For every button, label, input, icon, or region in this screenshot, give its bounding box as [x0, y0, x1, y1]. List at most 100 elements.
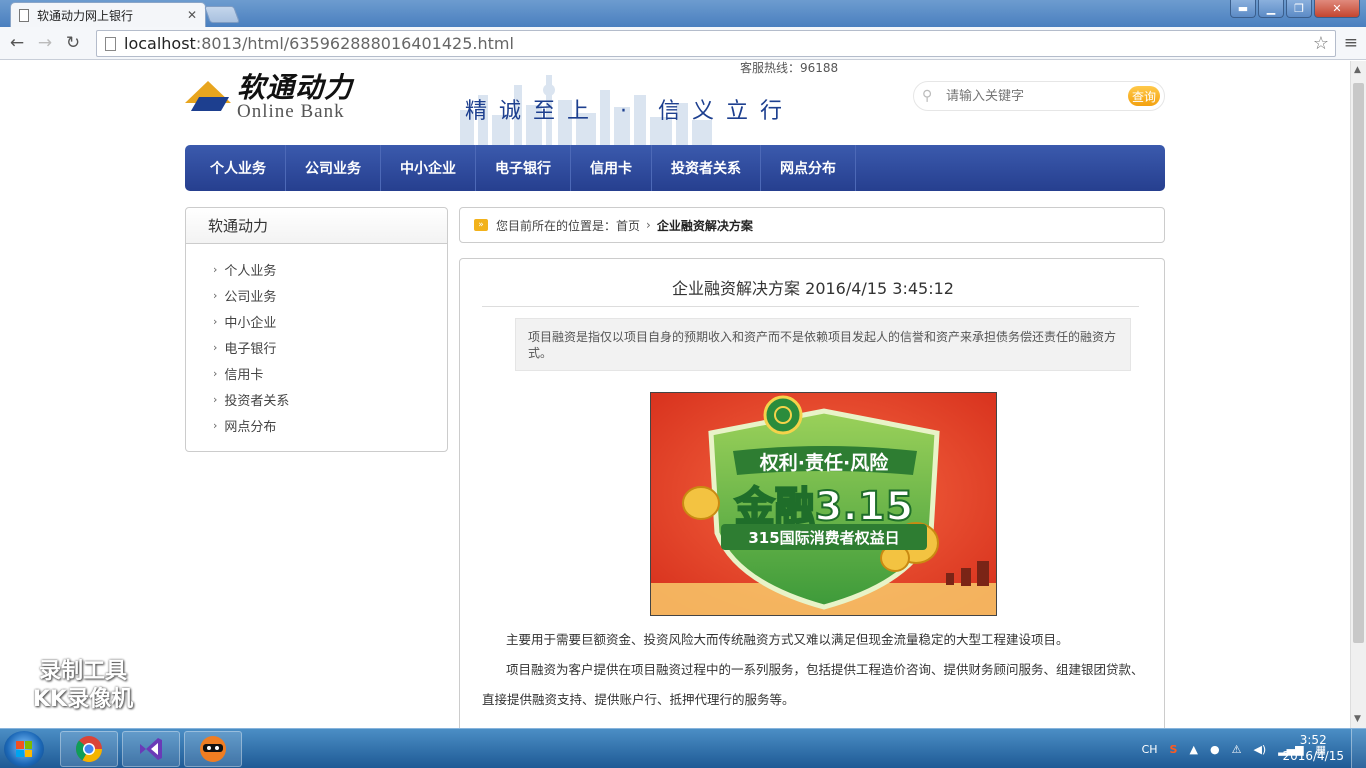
url-host: localhost: [124, 34, 196, 53]
browser-tab[interactable]: 软通动力网上银行 ✕: [10, 2, 206, 27]
language-indicator[interactable]: CH: [1142, 743, 1158, 756]
recorder-watermark: 录制工具 KK录像机: [33, 658, 133, 714]
site-header: 软通动力 Online Bank 客服热线：96188 精诚至上 · 信义立行 …: [185, 61, 1165, 145]
chevron-right-icon: ›: [213, 262, 218, 276]
clock-time: 3:52: [1299, 733, 1327, 747]
chevron-right-icon: ›: [213, 288, 218, 302]
recorder-taskbar-icon[interactable]: [184, 731, 242, 767]
breadcrumb: » 您目前所在的位置是： 首页 › 企业融资解决方案: [459, 207, 1165, 243]
visual-studio-taskbar-icon[interactable]: [122, 731, 180, 767]
clock[interactable]: 3:52 2016/4/15: [1282, 732, 1344, 764]
search-button[interactable]: 查询: [1128, 86, 1160, 106]
article: 企业融资解决方案 2016/4/15 3:45:12 项目融资是指仅以项目自身的…: [459, 258, 1165, 728]
show-desktop-button[interactable]: [1351, 729, 1366, 768]
sidebar-item-credit-card[interactable]: › 信用卡: [213, 360, 447, 386]
chrome-taskbar-icon[interactable]: [60, 731, 118, 767]
windows-logo-icon: [16, 741, 32, 757]
sidebar-item-ebank[interactable]: › 电子银行: [213, 334, 447, 360]
start-button[interactable]: [4, 731, 44, 767]
double-chevron-icon: »: [474, 219, 488, 231]
sidebar-item-label: 电子银行: [224, 341, 277, 357]
watermark-line: 录制工具: [39, 659, 128, 684]
nav-item-credit-card[interactable]: 信用卡: [571, 145, 652, 191]
breadcrumb-current: 企业融资解决方案: [656, 218, 753, 233]
page-viewport: 软通动力 Online Bank 客服热线：96188 精诚至上 · 信义立行 …: [0, 61, 1350, 728]
search-box: ⚲ 查询: [913, 81, 1165, 111]
article-image: 权利·责任·风险 金融3.15 315国际消费者权益日: [650, 392, 997, 616]
article-summary: 项目融资是指仅以项目自身的预期收入和资产而不是依赖项目发起人的信誉和资产来承担债…: [515, 318, 1131, 371]
sidebar-item-label: 网点分布: [224, 419, 277, 435]
nav-item-sme[interactable]: 中小企业: [381, 145, 476, 191]
title-divider: [482, 306, 1139, 307]
logo-title: 软通动力: [237, 71, 354, 104]
logo-subtitle: Online Bank: [237, 101, 345, 122]
nav-item-branches[interactable]: 网点分布: [761, 145, 856, 191]
tab-title: 软通动力网上银行: [37, 8, 134, 23]
tray-expand-icon[interactable]: ▲: [1189, 743, 1197, 756]
sidebar-item-sme[interactable]: › 中小企业: [213, 308, 447, 334]
nav-item-ebank[interactable]: 电子银行: [476, 145, 571, 191]
article-paragraph: 项目融资为客户提供在项目融资过程中的一系列服务，包括提供工程造价咨询、提供财务顾…: [482, 662, 1144, 707]
poster-tagline: 权利·责任·风险: [759, 451, 889, 474]
nav-item-investor[interactable]: 投资者关系: [652, 145, 761, 191]
address-bar[interactable]: localhost:8013/html/635962888016401425.h…: [96, 30, 1336, 57]
scroll-up-icon[interactable]: ▲: [1354, 65, 1361, 75]
sidebar-item-label: 个人业务: [224, 263, 277, 279]
sidebar-item-investor[interactable]: › 投资者关系: [213, 386, 447, 412]
logo-mark-icon: [185, 73, 231, 119]
forward-icon[interactable]: →: [34, 33, 56, 53]
sidebar-item-personal[interactable]: › 个人业务: [213, 256, 447, 282]
url-path: :8013/html/635962888016401425.html: [195, 34, 514, 53]
chevron-right-icon: ›: [213, 314, 218, 328]
page-icon: [19, 8, 29, 22]
chevron-right-icon: ›: [213, 418, 218, 432]
sidebar-item-corporate[interactable]: › 公司业务: [213, 282, 447, 308]
vertical-scrollbar[interactable]: ▲ ▼: [1350, 61, 1366, 728]
taskbar: CH S ▲ ● ⚠ ◀) ▂▄▆ ▦ 3:52 2016/4/15: [0, 728, 1366, 768]
reload-icon[interactable]: ↻: [62, 33, 84, 53]
nav-item-personal[interactable]: 个人业务: [191, 145, 286, 191]
browser-toolbar: ← → ↻ localhost:8013/html/63596288801640…: [0, 27, 1366, 60]
hotline-text: 客服热线：96188: [740, 61, 839, 75]
article-title: 企业融资解决方案 2016/4/15 3:45:12: [672, 279, 954, 298]
network-warning-icon[interactable]: ⚠: [1232, 743, 1242, 756]
breadcrumb-prefix: 您目前所在的位置是：: [496, 218, 617, 233]
search-icon: ⚲: [922, 88, 933, 104]
scroll-down-icon[interactable]: ▼: [1354, 714, 1361, 724]
back-icon[interactable]: ←: [6, 33, 28, 53]
sidebar-title: 软通动力: [186, 208, 447, 244]
sidebar-item-label: 公司业务: [224, 289, 277, 305]
chevron-right-icon: ›: [646, 218, 651, 232]
user-icon[interactable]: ▬: [1230, 0, 1256, 18]
chevron-right-icon: ›: [213, 366, 218, 380]
window-controls: ▬ ▁ ❐ ✕: [1230, 0, 1360, 18]
sidebar-item-label: 投资者关系: [224, 393, 290, 409]
sogou-input-icon[interactable]: S: [1170, 743, 1178, 756]
watermark-line: KK录像机: [33, 687, 134, 712]
volume-icon[interactable]: ◀): [1253, 743, 1266, 756]
breadcrumb-home[interactable]: 首页: [616, 217, 640, 234]
main-nav: 个人业务 公司业务 中小企业 电子银行 信用卡 投资者关系 网点分布: [185, 145, 1165, 191]
menu-icon[interactable]: ≡: [1344, 33, 1358, 53]
maximize-button[interactable]: ❐: [1286, 0, 1312, 18]
window-titlebar: 软通动力网上银行 ✕ ▬ ▁ ❐ ✕: [0, 0, 1366, 27]
sidebar-item-branches[interactable]: › 网点分布: [213, 412, 447, 438]
sidebar-menu: › 个人业务 › 公司业务 › 中小企业 › 电子银行 › 信用卡 › 投资者关系 › 网点分…: [186, 244, 447, 438]
clock-date: 2016/4/15: [1282, 749, 1344, 763]
sidebar-item-label: 信用卡: [224, 367, 264, 383]
site-logo[interactable]: 软通动力 Online Bank: [185, 73, 353, 121]
nav-item-corporate[interactable]: 公司业务: [286, 145, 381, 191]
recorder-tray-icon[interactable]: ●: [1210, 743, 1220, 756]
close-window-button[interactable]: ✕: [1314, 0, 1360, 18]
close-tab-icon[interactable]: ✕: [187, 8, 197, 22]
bookmark-star-icon[interactable]: ☆: [1313, 33, 1329, 54]
scrollbar-thumb[interactable]: [1353, 83, 1364, 643]
minimize-button[interactable]: ▁: [1258, 0, 1284, 18]
sidebar-item-label: 中小企业: [224, 315, 277, 331]
page-info-icon[interactable]: [105, 36, 116, 51]
new-tab-button[interactable]: [203, 6, 241, 23]
article-paragraph: 主要用于需要巨额资金、投资风险大而传统融资方式又难以满足但现金流量稳定的大型工程…: [506, 632, 1069, 647]
search-input[interactable]: [946, 88, 1116, 104]
chevron-right-icon: ›: [213, 340, 218, 354]
slogan: 精诚至上 · 信义立行: [465, 99, 794, 124]
